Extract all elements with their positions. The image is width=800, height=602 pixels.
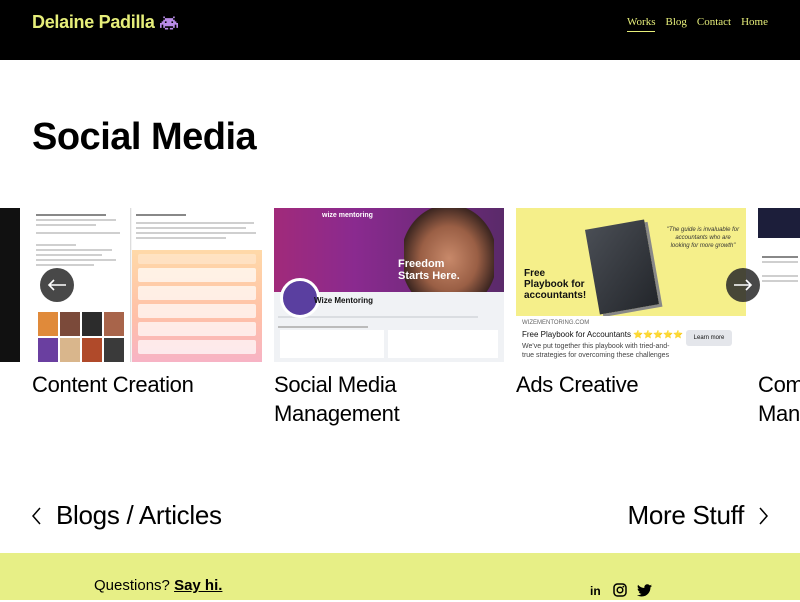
chevron-left-icon xyxy=(32,507,41,524)
questions-text: Questions? xyxy=(94,577,170,594)
thumb-brand-text: wize mentoring xyxy=(322,212,373,219)
nav-contact[interactable]: Contact xyxy=(697,16,731,32)
carousel-card-content-creation[interactable]: Content Creation xyxy=(32,208,262,399)
thumb-photo-grid xyxy=(38,312,124,362)
card-label[interactable]: Com Man xyxy=(758,370,800,428)
prev-project-label: Blogs / Articles xyxy=(56,500,222,530)
carousel-partial-card-left[interactable] xyxy=(0,208,20,362)
next-project-label: More Stuff xyxy=(627,500,745,530)
thumb-ad-free-text: Free Playbook for accountants! xyxy=(524,268,587,301)
page-title: Social Media xyxy=(32,116,257,158)
social-links: in xyxy=(590,583,652,602)
svg-text:in: in xyxy=(590,584,601,597)
site-header: Delaine Padilla Works Blog Contact Home xyxy=(0,0,800,60)
carousel-next-button[interactable] xyxy=(726,268,760,302)
site-footer: Questions? Say hi. in xyxy=(0,553,800,600)
thumb-learn-more-button: Learn more xyxy=(686,330,732,346)
twitter-icon[interactable] xyxy=(637,583,652,602)
card-thumbnail[interactable] xyxy=(758,208,800,362)
nav-blog[interactable]: Blog xyxy=(665,16,686,32)
logo-text: Delaine Padilla xyxy=(32,12,155,32)
nav-works[interactable]: Works xyxy=(627,16,656,32)
thumb-ad-headline: Free Playbook for Accountants ⭐⭐⭐⭐⭐ xyxy=(522,330,683,339)
linkedin-icon[interactable]: in xyxy=(590,584,603,602)
project-pagination: Blogs / Articles More Stuff xyxy=(32,500,768,534)
thumb-ad-body: We've put together this playbook with tr… xyxy=(522,343,670,362)
card-thumbnail[interactable]: wize mentoring Freedom Starts Here. Wize… xyxy=(274,208,504,362)
card-thumbnail[interactable]: Free Playbook for accountants! "The guid… xyxy=(516,208,746,362)
carousel-card-partial-right[interactable]: Com Man xyxy=(758,208,800,428)
thumb-ad-footer: WIZEMENTORING.COM Free Playbook for Acco… xyxy=(516,316,746,362)
card-label[interactable]: Content Creation xyxy=(32,370,262,399)
carousel-card-ads-creative[interactable]: Free Playbook for accountants! "The guid… xyxy=(516,208,746,399)
card-label[interactable]: Ads Creative xyxy=(516,370,746,399)
thumb-slogan: Freedom Starts Here. xyxy=(398,258,460,282)
arrow-right-icon xyxy=(734,279,753,291)
instagram-icon[interactable] xyxy=(613,583,627,602)
thumb-ad-quote: "The guide is invaluable for accountants… xyxy=(666,227,740,249)
say-hi-link[interactable]: Say hi. xyxy=(174,577,222,594)
prev-project-link[interactable]: Blogs / Articles xyxy=(32,500,222,531)
thumb-infographic xyxy=(132,250,262,362)
main-nav: Works Blog Contact Home xyxy=(627,16,768,32)
site-logo[interactable]: Delaine Padilla xyxy=(32,12,178,33)
space-invader-icon xyxy=(159,15,178,30)
chevron-right-icon xyxy=(759,507,768,524)
arrow-left-icon xyxy=(47,279,66,291)
thumb-page-name: Wize Mentoring xyxy=(314,296,374,305)
works-carousel: Content Creation wize mentoring Freedom … xyxy=(0,208,800,438)
footer-questions: Questions? Say hi. xyxy=(94,577,222,594)
nav-home[interactable]: Home xyxy=(741,16,768,32)
next-project-link[interactable]: More Stuff xyxy=(628,500,768,531)
carousel-prev-button[interactable] xyxy=(40,268,74,302)
carousel-card-social-media-management[interactable]: wize mentoring Freedom Starts Here. Wize… xyxy=(274,208,504,428)
thumb-ad-domain: WIZEMENTORING.COM xyxy=(522,320,590,326)
card-label[interactable]: Social Media Management xyxy=(274,370,504,428)
